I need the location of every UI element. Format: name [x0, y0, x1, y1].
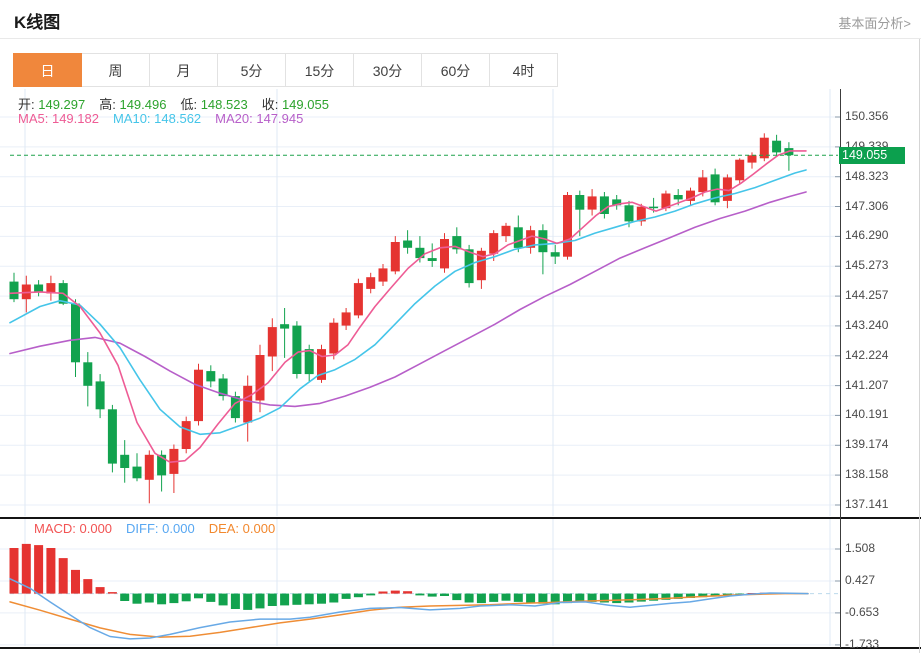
macd-axis-label: 0.427	[845, 572, 876, 587]
tab-60min[interactable]: 60分	[421, 53, 490, 87]
tab-week[interactable]: 周	[81, 53, 150, 87]
kline-widget: K线图 基本面分析> 日周月 5分 15分 30分 60分 4时 开: 149.297 高:…	[0, 0, 921, 653]
ma-row: MA5: 149.182 MA10: 148.562 MA20: 147.945	[18, 111, 317, 126]
price-axis-label: 145.273	[845, 258, 889, 273]
tab-15min[interactable]: 15分	[285, 53, 354, 87]
price-axis-label: 148.323	[845, 168, 889, 183]
macd-row: MACD: 0.000 DIFF: 0.000 DEA: 0.000	[34, 521, 289, 536]
price-axis-label: 143.240	[845, 317, 889, 332]
macd-axis-label: -0.653	[845, 604, 880, 619]
macd-axis-label: 1.508	[845, 540, 876, 555]
grid-layer	[0, 89, 840, 646]
legend-item: 低: 148.523	[180, 97, 248, 112]
current-price-badge: 149.055	[839, 147, 905, 164]
tab-day[interactable]: 日	[13, 53, 82, 87]
tab-30min[interactable]: 30分	[353, 53, 422, 87]
price-axis-label: 144.257	[845, 288, 889, 303]
dea-line	[9, 592, 809, 638]
price-axis-label: 139.174	[845, 437, 889, 452]
price-axis-label: 138.158	[845, 467, 889, 482]
legend-item: 收: 149.055	[261, 97, 329, 112]
price-axis-label: 150.356	[845, 109, 889, 123]
legend-item: MA20: 147.945	[215, 111, 304, 126]
macd-histogram	[9, 543, 782, 610]
price-axis-label: 137.141	[845, 496, 889, 511]
period-tabs: 日周月 5分 15分 30分 60分 4时	[13, 53, 558, 87]
legend-item: 高: 149.496	[99, 97, 167, 112]
tab-5min[interactable]: 5分	[217, 53, 286, 87]
price-axis-label: 147.306	[845, 198, 889, 213]
legend-item: 开: 149.297	[18, 97, 86, 112]
legend-item: DEA: 0.000	[208, 521, 276, 536]
legend-item: MA5: 149.182	[18, 111, 99, 126]
price-axis-label: 141.207	[845, 377, 889, 392]
price-axis-label: 140.191	[845, 407, 889, 422]
tab-4hour[interactable]: 4时	[489, 53, 558, 87]
ma20-line	[9, 191, 807, 408]
legend-item: MA10: 148.562	[112, 111, 202, 126]
tab-month[interactable]: 月	[149, 53, 218, 87]
macd-axis-label: -1.733	[845, 636, 880, 651]
frame-layer	[0, 39, 921, 653]
legend-item: MACD: 0.000	[34, 521, 113, 536]
price-axis-label: 146.290	[845, 228, 889, 243]
legend-item: DIFF: 0.000	[126, 521, 195, 536]
diff-line	[9, 578, 809, 640]
ma10-line	[9, 169, 807, 436]
price-axis-label: 142.224	[845, 347, 889, 362]
